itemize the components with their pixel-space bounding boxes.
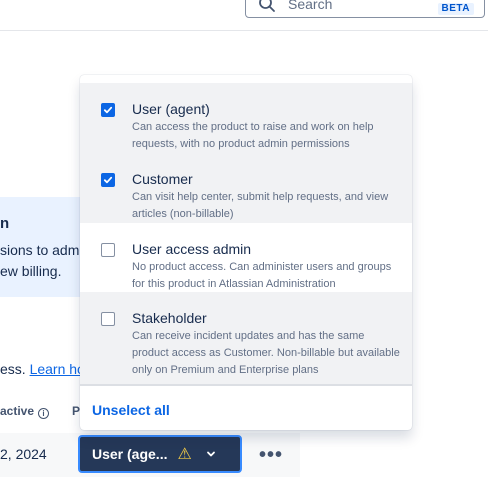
option-description: Can visit help center, submit help reque… — [132, 191, 389, 220]
role-option-user-access-admin[interactable]: User access admin No product access. Can… — [80, 223, 412, 293]
info-icon[interactable]: i — [38, 408, 50, 419]
column-header-last-active: active i — [0, 404, 50, 419]
search-icon — [259, 0, 275, 12]
option-description: Can receive incident updates and has the… — [132, 330, 400, 376]
search-placeholder: Search — [288, 0, 333, 12]
more-actions-button[interactable]: ••• — [256, 443, 286, 467]
access-description: ess. Learn ho — [0, 361, 85, 377]
checkbox-customer[interactable] — [101, 173, 115, 187]
checkbox-stakeholder[interactable] — [101, 312, 115, 326]
dropdown-divider — [80, 384, 412, 386]
search-box[interactable]: Search BETA — [245, 0, 485, 18]
access-text: ess. — [0, 361, 26, 377]
column-header-label: active — [0, 404, 35, 418]
role-option-stakeholder[interactable]: Stakeholder Can receive incident updates… — [80, 292, 412, 384]
option-title: User access admin — [132, 241, 252, 257]
option-title: Customer — [132, 171, 193, 187]
warning-icon: ⚠ — [177, 446, 192, 463]
info-panel-text-2: ew billing. — [0, 263, 62, 279]
product-role-select[interactable]: User (age... ⚠ — [78, 435, 242, 473]
unselect-all-button[interactable]: Unselect all — [92, 402, 170, 418]
option-title: Stakeholder — [132, 310, 207, 326]
checkbox-user-access-admin[interactable] — [101, 243, 115, 257]
header-divider — [0, 30, 488, 31]
checkbox-user-agent[interactable] — [101, 103, 115, 117]
checkmark-icon — [103, 176, 113, 184]
option-title: User (agent) — [132, 101, 210, 117]
checkmark-icon — [103, 106, 113, 114]
info-panel-text-1: sions to adm — [0, 242, 80, 258]
option-description: Can access the product to raise and work… — [132, 121, 374, 150]
column-header-product-role: P — [72, 404, 81, 418]
chevron-down-icon — [206, 451, 215, 457]
role-dropdown-menu: User (agent) Can access the product to r… — [80, 75, 412, 430]
role-select-label: User (age... — [92, 446, 168, 462]
last-active-date: 2, 2024 — [0, 446, 47, 462]
learn-more-link[interactable]: Learn ho — [30, 361, 85, 377]
role-option-customer[interactable]: Customer Can visit help center, submit h… — [80, 153, 412, 223]
option-description: No product access. Can administer users … — [132, 261, 392, 290]
beta-badge: BETA — [437, 3, 474, 15]
info-panel-title: n — [0, 215, 10, 232]
role-option-user-agent[interactable]: User (agent) Can access the product to r… — [80, 83, 412, 153]
